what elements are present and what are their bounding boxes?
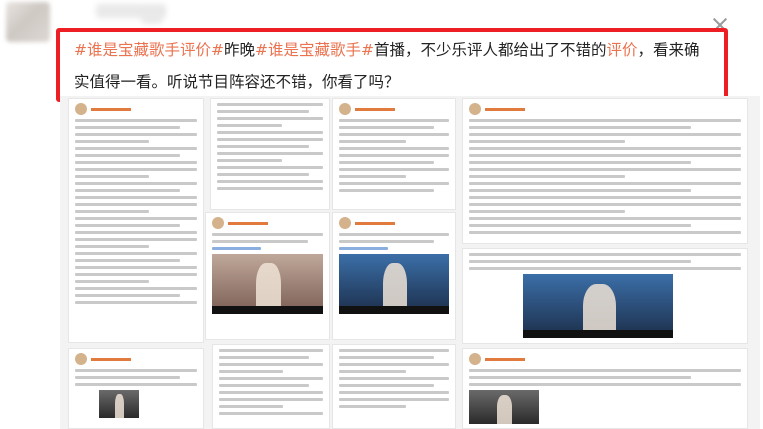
- screenshot-collage[interactable]: [60, 96, 760, 429]
- weibo-screenshot: [462, 248, 748, 344]
- mini-author: [75, 103, 197, 115]
- mini-author: [339, 217, 449, 229]
- weibo-screenshot: [332, 344, 456, 429]
- weibo-screenshot: [332, 98, 456, 210]
- mini-author: [339, 103, 449, 115]
- weibo-screenshot: [210, 98, 330, 210]
- weibo-screenshot: [68, 98, 204, 343]
- mini-author: [469, 103, 741, 115]
- weibo-screenshot: [212, 344, 330, 429]
- weibo-screenshot: [462, 348, 748, 429]
- mini-author: [469, 353, 741, 365]
- user-avatar[interactable]: [6, 2, 50, 42]
- weibo-screenshot: [332, 212, 456, 340]
- weibo-screenshot: [205, 212, 330, 340]
- weibo-screenshot: [462, 98, 748, 244]
- highlight-box: [56, 28, 728, 102]
- blurred-username: [142, 10, 162, 24]
- weibo-screenshot: [68, 348, 204, 429]
- mini-author: [75, 353, 197, 365]
- mini-author: [212, 217, 323, 229]
